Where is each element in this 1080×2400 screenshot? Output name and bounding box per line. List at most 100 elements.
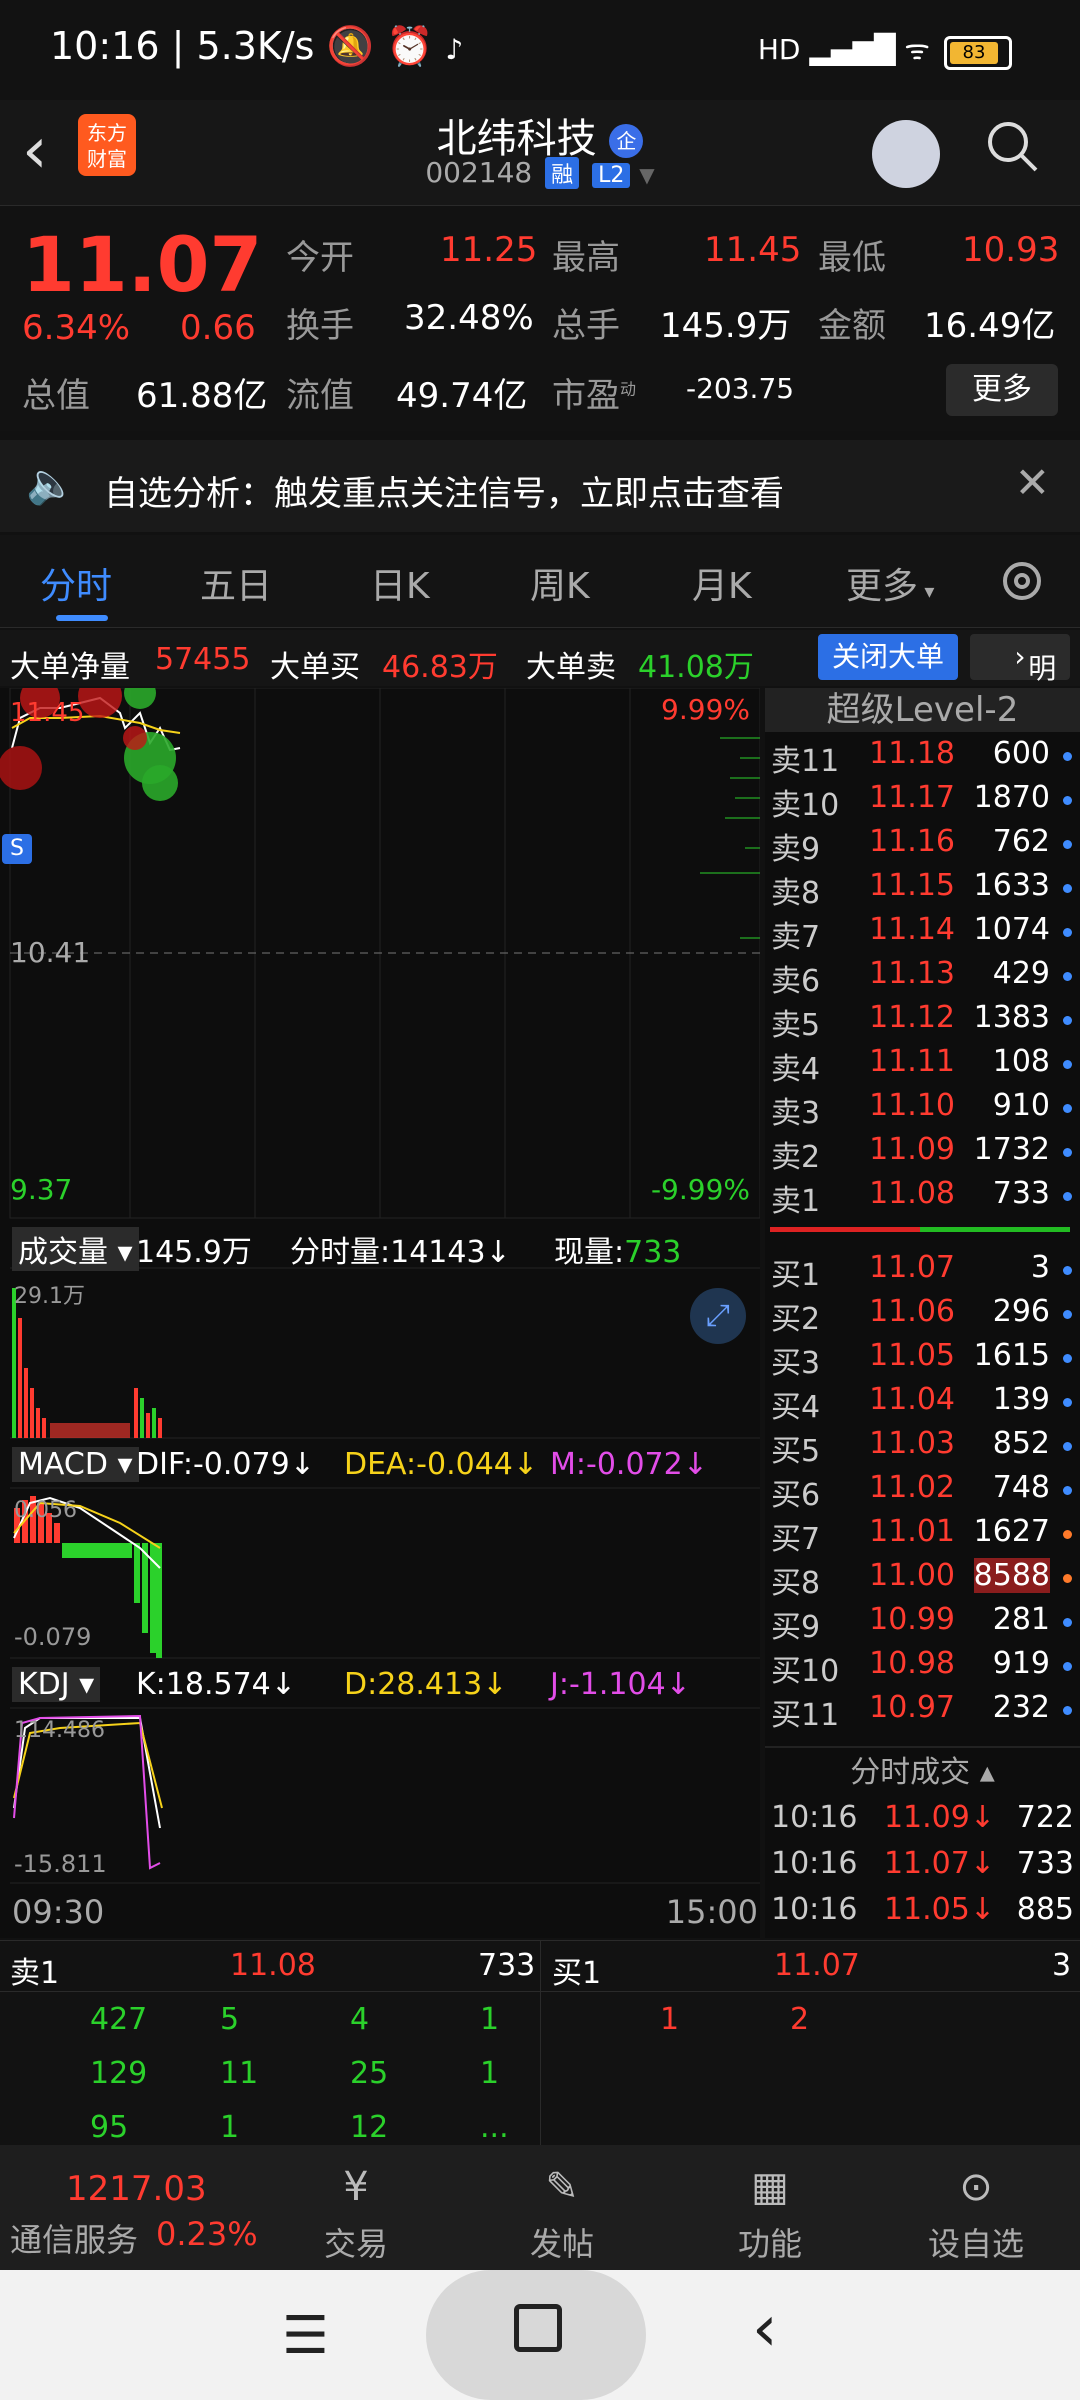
turnover-value: 32.48% [404,298,534,338]
order-dot-icon [1063,1574,1072,1583]
bid-label: 买9 [771,1610,821,1645]
bid-row[interactable]: 买9 10.99 281 [765,1602,1080,1646]
bid-row[interactable]: 买10 10.98 919 [765,1646,1080,1690]
more-button[interactable]: 更多 [946,364,1058,416]
ask-price: 11.08 [869,1176,955,1211]
nav-trade[interactable]: ¥ 交易 [286,2155,426,2265]
ask-volume: 1732 [973,1132,1050,1167]
order-dot-icon [1063,1486,1072,1495]
current-volume: 现量:733 [554,1227,681,1271]
volume-label: 成交量 [18,1235,108,1270]
nav-add-watchlist[interactable]: ⊙ 设自选 [906,2155,1046,2265]
volume-label: 总手 [552,306,620,346]
kdj-j-text: J:-1.104 [550,1667,666,1702]
detail-button[interactable]: 明细 › [970,634,1070,731]
big-sell-label: 大单卖 [526,650,616,685]
pe-dynamic-sup: 动 [620,379,637,399]
kdj-selector[interactable]: KDJ ▾ [12,1667,101,1702]
ask-row[interactable]: 卖11 11.18 600 [765,736,1080,780]
bid-volume: 8588 [973,1558,1050,1593]
bid-label: 买2 [771,1302,821,1337]
back-nav-icon[interactable]: ‹ [752,2292,778,2366]
status-left: 10:16 | 5.3K/s 🔕 ⏰ ♪ [50,24,464,68]
order-queue: 卖1 11.08 733 买1 11.07 3 427 5 4 1 129 11 25 1 95… [0,1940,1080,2145]
close-icon[interactable]: ✕ [1015,458,1050,507]
tab-daily-k[interactable]: 日K [370,557,430,609]
close-big-order-button[interactable]: 关闭大单 [818,634,958,680]
pe-label-text: 市盈 [552,376,620,416]
bid-volume: 281 [992,1602,1050,1637]
expand-icon[interactable]: ⤢ [690,1288,746,1344]
order-dot-icon [1063,972,1072,981]
macd-selector[interactable]: MACD ▾ [12,1447,139,1482]
tab-weekly-k[interactable]: 周K [530,557,590,609]
bid-row[interactable]: 买8 11.00 8588 [765,1558,1080,1602]
nav-post[interactable]: ✎ 发帖 [492,2155,632,2265]
bid-row[interactable]: 买1 11.07 3 [765,1250,1080,1294]
bid-row[interactable]: 买3 11.05 1615 [765,1338,1080,1382]
nav-post-label: 发帖 [529,2225,594,2263]
ask-row[interactable]: 卖9 11.16 762 [765,824,1080,868]
ask-row[interactable]: 卖8 11.15 1633 [765,868,1080,912]
ask-label: 卖1 [771,1184,821,1219]
nav-add-watchlist-label: 设自选 [927,2225,1024,2263]
macd-m-text: M:-0.072 [550,1447,683,1482]
tab-more[interactable]: 更多 ▾ [846,557,934,609]
nav-functions[interactable]: ▦ 功能 [700,2155,840,2265]
system-nav-bar: ☰ ‹ [0,2270,1080,2400]
trades-header[interactable]: 分时成交 ▴ [765,1746,1080,1798]
order-book[interactable]: 超级Level-2 卖11 11.18 600 卖10 11.17 1870 卖9 11.16… [765,688,1080,1938]
ask-row[interactable]: 卖5 11.12 1383 [765,1000,1080,1044]
menu-icon[interactable]: ☰ [282,2306,329,2366]
ask-row[interactable]: 卖7 11.14 1074 [765,912,1080,956]
trade-time: 10:16 [771,1892,858,1927]
bid-volume: 852 [992,1426,1050,1461]
bid-row[interactable]: 买6 11.02 748 [765,1470,1080,1514]
ask-row[interactable]: 卖10 11.17 1870 [765,780,1080,824]
current-volume-value: 733 [624,1235,682,1270]
queue-sell-label: 卖1 [10,1956,60,1991]
ask-volume: 762 [992,824,1050,859]
robot-assistant-icon[interactable] [872,120,940,188]
bid-row[interactable]: 买4 11.04 139 [765,1382,1080,1426]
bid-row[interactable]: 买2 11.06 296 [765,1294,1080,1338]
ask-row[interactable]: 卖1 11.08 733 [765,1176,1080,1220]
ask-price: 11.11 [869,1044,955,1079]
ask-label: 卖9 [771,832,821,867]
tab-five-day[interactable]: 五日 [200,557,272,609]
bid-label: 买11 [771,1698,840,1733]
ask-price: 11.15 [869,868,955,903]
ask-row[interactable]: 卖2 11.09 1732 [765,1132,1080,1176]
sell-signal-marker[interactable]: S [2,834,32,864]
sell-queue-order: 129 [90,2056,148,2091]
kdj-k-text: K:18.574 [136,1667,271,1702]
bid-row[interactable]: 买7 11.01 1627 [765,1514,1080,1558]
ask-label: 卖11 [771,744,840,779]
bid-row[interactable]: 买11 10.97 232 [765,1690,1080,1734]
big-sell-value: 41.08万 [638,650,754,685]
tab-monthly-k[interactable]: 月K [692,557,752,609]
low-value: 10.93 [962,230,1060,270]
intraday-chart[interactable]: 11.45 9.99% S 10.41 9.37 -9.99% 成交量 ▾ 14… [0,688,760,1938]
ask-row[interactable]: 卖6 11.13 429 [765,956,1080,1000]
queue-divider [540,1940,541,2145]
ask-price: 11.10 [869,1088,955,1123]
total-cap-value: 61.88亿 [136,376,268,416]
bid-label: 买6 [771,1478,821,1513]
volume-selector[interactable]: 成交量 ▾ [12,1227,139,1271]
ask-row[interactable]: 卖3 11.10 910 [765,1088,1080,1132]
macd-dea: DEA:-0.044↓ [344,1447,539,1482]
bid-row[interactable]: 买5 11.03 852 [765,1426,1080,1470]
bid-ask-divider [770,1227,1070,1232]
ask-row[interactable]: 卖4 11.11 108 [765,1044,1080,1088]
tab-intraday[interactable]: 分时 [40,557,112,609]
ask-price: 11.14 [869,912,955,947]
gear-icon[interactable] [996,555,1048,607]
sell-queue-order: 5 [220,2002,240,2037]
sector-index[interactable]: 1217.03 通信服务 0.23% [0,2145,258,2270]
macd-bottom-label: -0.079 [14,1623,92,1651]
search-icon[interactable] [984,118,1040,174]
margin-tag: 融 [545,157,580,189]
analysis-banner[interactable]: 🔈 自选分析：触发重点关注信号，立即点击查看 ✕ [0,440,1080,532]
home-square-icon[interactable] [514,2304,562,2352]
